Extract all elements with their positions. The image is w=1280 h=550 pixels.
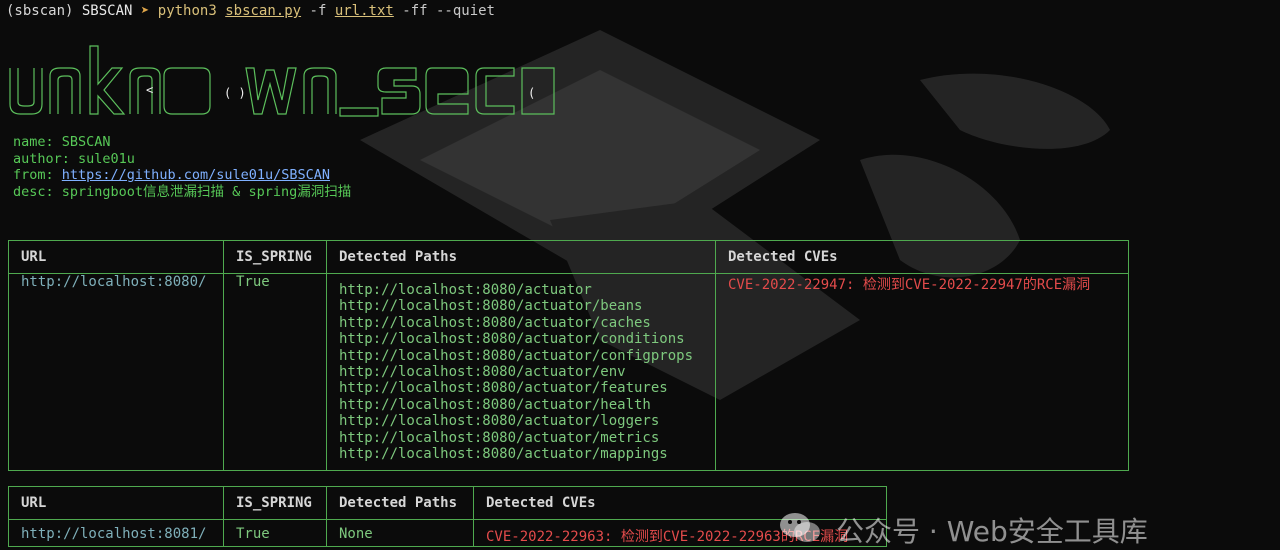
table-row: http://localhost:8081/ True None CVE-202… [8,519,887,547]
prompt-arrow: ➤ [140,3,150,19]
author-name: sule01u [78,150,135,167]
prompt-dir: SBSCAN [81,3,133,19]
tool-description: springboot信息泄漏扫描 & spring漏洞扫描 [61,183,352,200]
cell-detected-paths: None [326,519,474,547]
path-item: http://localhost:8080/actuator/env [339,364,626,381]
header-detected-cves: Detected CVEs [473,486,887,520]
path-item: http://localhost:8080/actuator/beans [339,298,643,315]
cell-is-spring: True [223,272,327,472]
file-arg[interactable]: url.txt [335,3,394,19]
cell-detected-cves: CVE-2022-22947: 检测到CVE-2022-22947的RCE漏洞 [715,272,1129,472]
path-item: http://localhost:8080/actuator/configpro… [339,347,694,364]
header-is-spring: IS_SPRING [223,486,327,520]
svg-text:(: ( [528,86,535,100]
path-item: http://localhost:8080/actuator/metrics [339,429,660,446]
ascii-banner: < ( ) ( [9,45,555,117]
path-item: http://localhost:8080/actuator/health [339,396,651,413]
tool-name: SBSCAN [61,134,111,150]
cell-url: http://localhost:8081/ [8,519,224,547]
svg-text:<: < [146,83,153,97]
command: python3 [157,3,217,19]
flag-f: -f [309,3,327,19]
conda-env: (sbscan) [6,3,74,19]
cell-detected-paths: http://localhost:8080/actuator http://lo… [326,272,716,472]
info-name: name: SBSCAN [13,134,111,150]
path-item: http://localhost:8080/actuator/loggers [339,413,660,430]
cell-is-spring: True [223,519,327,547]
header-is-spring: IS_SPRING [223,240,327,274]
header-detected-cves: Detected CVEs [715,240,1129,274]
script-arg[interactable]: sbscan.py [225,3,301,19]
flags-rest: -ff --quiet [402,3,495,19]
path-item: http://localhost:8080/actuator/caches [339,314,651,331]
path-item: http://localhost:8080/actuator [339,282,592,298]
wechat-icon [780,513,820,542]
watermark-text: 公众号 · Web安全工具库 [836,515,1148,548]
path-item: http://localhost:8080/actuator/condition… [339,331,685,348]
cell-detected-cves: CVE-2022-22963: 检测到CVE-2022-22963的RCE漏洞 [473,519,887,547]
info-author: author: sule01u [13,150,135,167]
header-url: URL [8,486,224,520]
tool-info: name: SBSCAN author: sule01u from: https:/… [13,134,351,200]
table-row: http://localhost:8080/ True http://local… [8,272,1129,472]
table-header-row: URL IS_SPRING Detected Paths Detected CV… [8,486,887,520]
table-header-row: URL IS_SPRING Detected Paths Detected CV… [8,240,1129,274]
path-item: http://localhost:8080/actuator/features [339,380,668,397]
result-table-8080: URL IS_SPRING Detected Paths Detected CV… [8,240,1129,472]
result-table-8081: URL IS_SPRING Detected Paths Detected CV… [8,486,887,547]
svg-text:( ): ( ) [224,86,246,100]
cell-url: http://localhost:8080/ [8,272,224,472]
header-url: URL [8,240,224,274]
header-detected-paths: Detected Paths [326,240,716,274]
info-from: from: https://github.com/sule01u/SBSCAN [13,167,330,183]
header-detected-paths: Detected Paths [326,486,474,520]
info-desc: desc: springboot信息泄漏扫描 & spring漏洞扫描 [13,183,352,200]
command-line: (sbscan) SBSCAN ➤ python3 sbscan.py -f u… [6,2,495,20]
path-item: http://localhost:8080/actuator/mappings [339,446,668,463]
repo-link[interactable]: https://github.com/sule01u/SBSCAN [62,167,330,183]
